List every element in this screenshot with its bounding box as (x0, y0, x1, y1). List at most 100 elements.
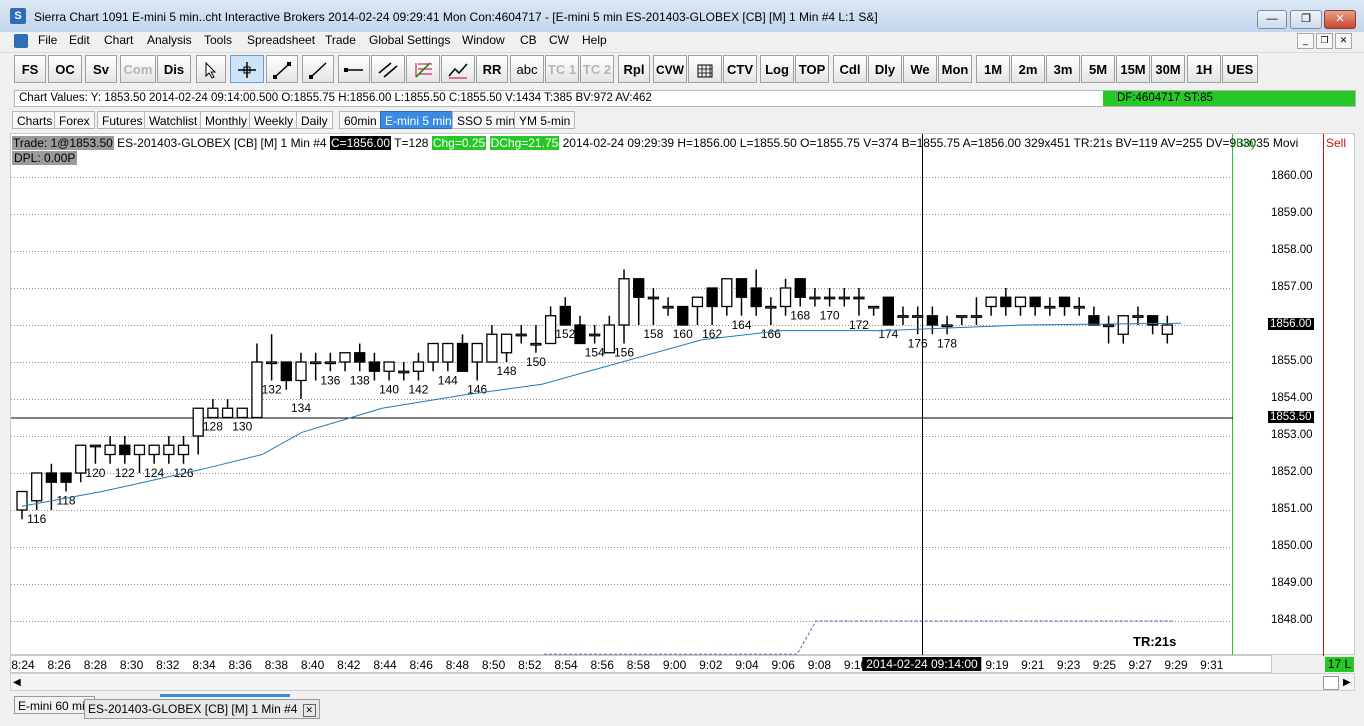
candlestick (765, 297, 777, 325)
fib-icon[interactable] (406, 55, 440, 83)
candlestick (192, 407, 204, 455)
candlestick (442, 342, 454, 372)
ues-button[interactable]: UES (1222, 55, 1258, 83)
menu-spreadsheet[interactable]: Spreadsheet (247, 32, 315, 50)
scroll-left-icon[interactable]: ◀ (13, 677, 21, 688)
y-tick-label: 1855.00 (1271, 355, 1313, 367)
crosshair-icon[interactable] (230, 55, 264, 83)
bar-number-label: 164 (731, 318, 751, 332)
tab-ym-5min[interactable]: YM 5-min (514, 111, 576, 129)
candlestick (368, 352, 381, 381)
price-chart[interactable]: 116 118 120 122 124 126 128 130 132 134 136 138 140 1… (11, 134, 1356, 656)
menu-cb[interactable]: CB (520, 32, 537, 50)
tab-forex[interactable]: Forex (54, 111, 95, 129)
window-tab-es-1min[interactable]: ES-201403-GLOBEX [CB] [M] 1 Min #4 ✕ (84, 699, 320, 719)
candlestick (721, 278, 733, 316)
oc-button[interactable]: OC (48, 55, 82, 83)
menu-tools[interactable]: Tools (204, 32, 232, 50)
ticks-value: T=128 (394, 136, 429, 150)
ctv-button[interactable]: CTV (723, 55, 757, 83)
close-button[interactable]: ✕ (1324, 10, 1356, 29)
top-button[interactable]: TOP (795, 55, 829, 83)
x-tick-label: 9:23 (1056, 658, 1081, 672)
candlestick (970, 297, 983, 325)
document-icon[interactable] (14, 34, 28, 48)
cdl-button[interactable]: Cdl (833, 55, 867, 83)
line-tool-icon[interactable] (266, 55, 298, 83)
x-tick-label: 8:28 (83, 658, 108, 672)
scroll-right-icon[interactable]: ▶ (1343, 677, 1351, 688)
mdi-minimize-button[interactable]: _ (1297, 33, 1314, 49)
log-button[interactable]: Log (760, 55, 794, 83)
horizontal-line-icon[interactable] (338, 55, 370, 83)
x-tick-label: 8:30 (119, 658, 144, 672)
tab-60min[interactable]: 60min (339, 111, 382, 129)
menu-analysis[interactable]: Analysis (147, 32, 192, 50)
sv-button[interactable]: Sv (85, 55, 117, 83)
tab-monthly[interactable]: Monthly (200, 111, 253, 129)
bar-number-label: 120 (85, 466, 105, 480)
minimize-button[interactable]: — (1257, 10, 1287, 29)
1h-button[interactable]: 1H (1187, 55, 1221, 83)
tab-charts[interactable]: Charts (12, 111, 58, 129)
candlestick (882, 296, 894, 326)
tc2-button[interactable]: TC 2 (580, 55, 614, 83)
candlestick (207, 399, 219, 419)
window-tabs: E-mini 60 min ES-201403-GLOBEX [CB] [M] … (10, 694, 1355, 726)
candlestick (1044, 297, 1056, 316)
menu-trade[interactable]: Trade (325, 32, 356, 50)
menu-window[interactable]: Window (462, 32, 505, 50)
tab-weekly[interactable]: Weekly (249, 111, 299, 129)
close-tab-icon[interactable]: ✕ (302, 704, 316, 717)
tab-futures[interactable]: Futures (97, 111, 148, 129)
pointer-icon[interactable] (196, 55, 226, 83)
dpl-value: DPL: 0.00P (12, 151, 78, 165)
5m-button[interactable]: 5M (1081, 55, 1115, 83)
rr-button[interactable]: RR (476, 55, 508, 83)
sell-label[interactable]: Sell (1326, 136, 1346, 150)
3m-button[interactable]: 3m (1046, 55, 1080, 83)
2m-button[interactable]: 2m (1011, 55, 1045, 83)
chartbook-tabs: Charts Forex Futures Watchlist Monthly W… (10, 110, 1356, 130)
dis-button[interactable]: Dis (157, 55, 191, 83)
maximize-button[interactable]: ❐ (1290, 10, 1322, 29)
trendline-channel-icon[interactable] (441, 55, 475, 83)
abc-button[interactable]: abc (510, 55, 544, 83)
menu-edit[interactable]: Edit (69, 32, 90, 50)
parallel-lines-icon[interactable] (371, 55, 405, 83)
buy-label[interactable]: Buy (1236, 136, 1257, 150)
bar-number-label: 134 (291, 401, 311, 415)
15m-button[interactable]: 15M (1116, 55, 1150, 83)
menu-cw[interactable]: CW (549, 32, 569, 50)
mdi-close-button[interactable]: ✕ (1335, 33, 1352, 49)
fs-button[interactable]: FS (14, 55, 46, 83)
cvw-button[interactable]: CVW (653, 55, 687, 83)
mon-button[interactable]: Mon (938, 55, 972, 83)
rpl-button[interactable]: Rpl (618, 55, 650, 83)
menu-chart[interactable]: Chart (104, 32, 133, 50)
1m-button[interactable]: 1M (976, 55, 1010, 83)
bar-number-label: 170 (820, 309, 840, 323)
tab-sso-5min[interactable]: SSO 5 min (452, 111, 521, 129)
calendar-grid-icon[interactable] (688, 55, 722, 83)
tc1-button[interactable]: TC 1 (545, 55, 579, 83)
candlestick (1102, 315, 1115, 344)
ray-tool-icon[interactable] (302, 55, 334, 83)
tab-watchlist[interactable]: Watchlist (144, 111, 203, 129)
candlestick (794, 278, 806, 307)
dly-button[interactable]: Dly (868, 55, 902, 83)
chart-values-text: Chart Values: Y: 1853.50 2014-02-24 09:1… (19, 92, 652, 104)
menu-global-settings[interactable]: Global Settings (369, 32, 450, 50)
menu-help[interactable]: Help (582, 32, 607, 50)
horizontal-scrollbar[interactable]: ◀ ▶ (10, 673, 1355, 691)
com-button[interactable]: Com (120, 55, 156, 83)
candlestick (339, 352, 351, 372)
30m-button[interactable]: 30M (1151, 55, 1185, 83)
scroll-thumb[interactable] (1323, 676, 1339, 690)
tab-emini-5min[interactable]: E-mini 5 min. (380, 111, 461, 129)
menu-file[interactable]: File (38, 32, 57, 50)
mdi-restore-button[interactable]: ❐ (1316, 33, 1333, 49)
chart-area[interactable]: 116 118 120 122 124 126 128 130 132 134 136 138 140 1… (10, 133, 1356, 656)
we-button[interactable]: We (903, 55, 937, 83)
tab-daily[interactable]: Daily (296, 111, 333, 129)
